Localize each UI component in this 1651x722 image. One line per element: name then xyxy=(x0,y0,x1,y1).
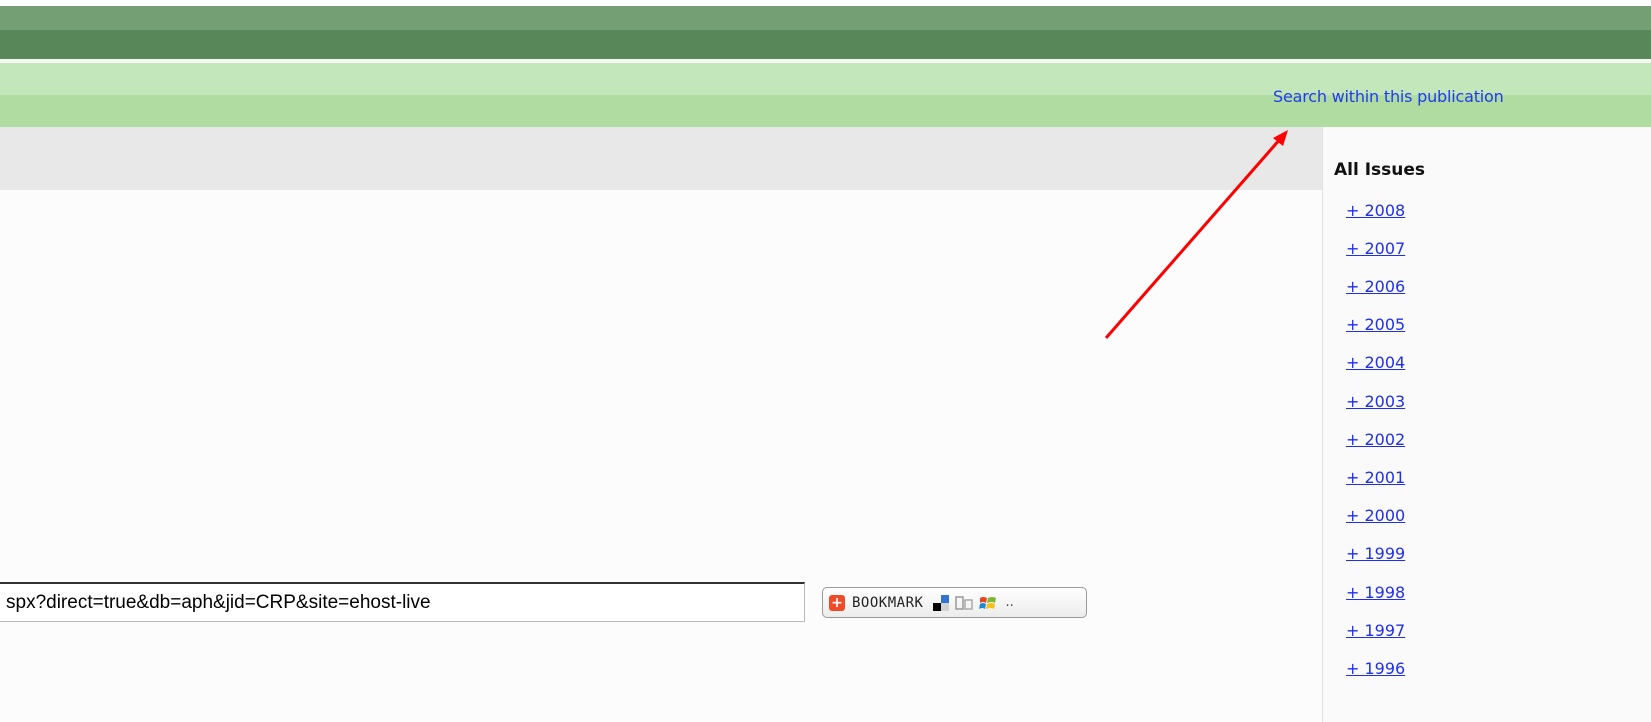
year-link-1999[interactable]: + 1999 xyxy=(1346,544,1405,563)
header-band-upper xyxy=(0,6,1651,30)
windows-live-icon xyxy=(979,596,997,609)
bookmark-button[interactable]: + BOOKMARK .. xyxy=(822,587,1087,618)
year-link-2003[interactable]: + 2003 xyxy=(1346,392,1405,411)
year-link-1998[interactable]: + 1998 xyxy=(1346,583,1405,602)
addthis-plus-icon: + xyxy=(829,594,845,611)
search-within-publication-link[interactable]: Search within this publication xyxy=(1273,87,1504,106)
content-toolbar xyxy=(0,127,1322,190)
year-link-2005[interactable]: + 2005 xyxy=(1346,315,1405,334)
year-link-1996[interactable]: + 1996 xyxy=(1346,659,1405,678)
bookmark-service-icons: .. xyxy=(933,594,1014,611)
digg-icon xyxy=(955,595,974,610)
bookmark-label: BOOKMARK xyxy=(852,594,924,611)
year-link-2006[interactable]: + 2006 xyxy=(1346,277,1405,296)
year-link-2004[interactable]: + 2004 xyxy=(1346,353,1405,372)
permalink-field[interactable]: spx?direct=true&db=aph&jid=CRP&site=ehos… xyxy=(0,582,805,622)
year-link-1997[interactable]: + 1997 xyxy=(1346,621,1405,640)
year-link-2008[interactable]: + 2008 xyxy=(1346,201,1405,220)
year-link-2002[interactable]: + 2002 xyxy=(1346,430,1405,449)
all-issues-heading: All Issues xyxy=(1334,160,1426,180)
delicious-icon xyxy=(933,594,950,611)
header-band-lower xyxy=(0,30,1651,59)
year-link-2000[interactable]: + 2000 xyxy=(1346,506,1405,525)
year-link-2007[interactable]: + 2007 xyxy=(1346,239,1405,258)
more-services-ellipsis: .. xyxy=(1005,595,1014,610)
year-link-2001[interactable]: + 2001 xyxy=(1346,468,1405,487)
